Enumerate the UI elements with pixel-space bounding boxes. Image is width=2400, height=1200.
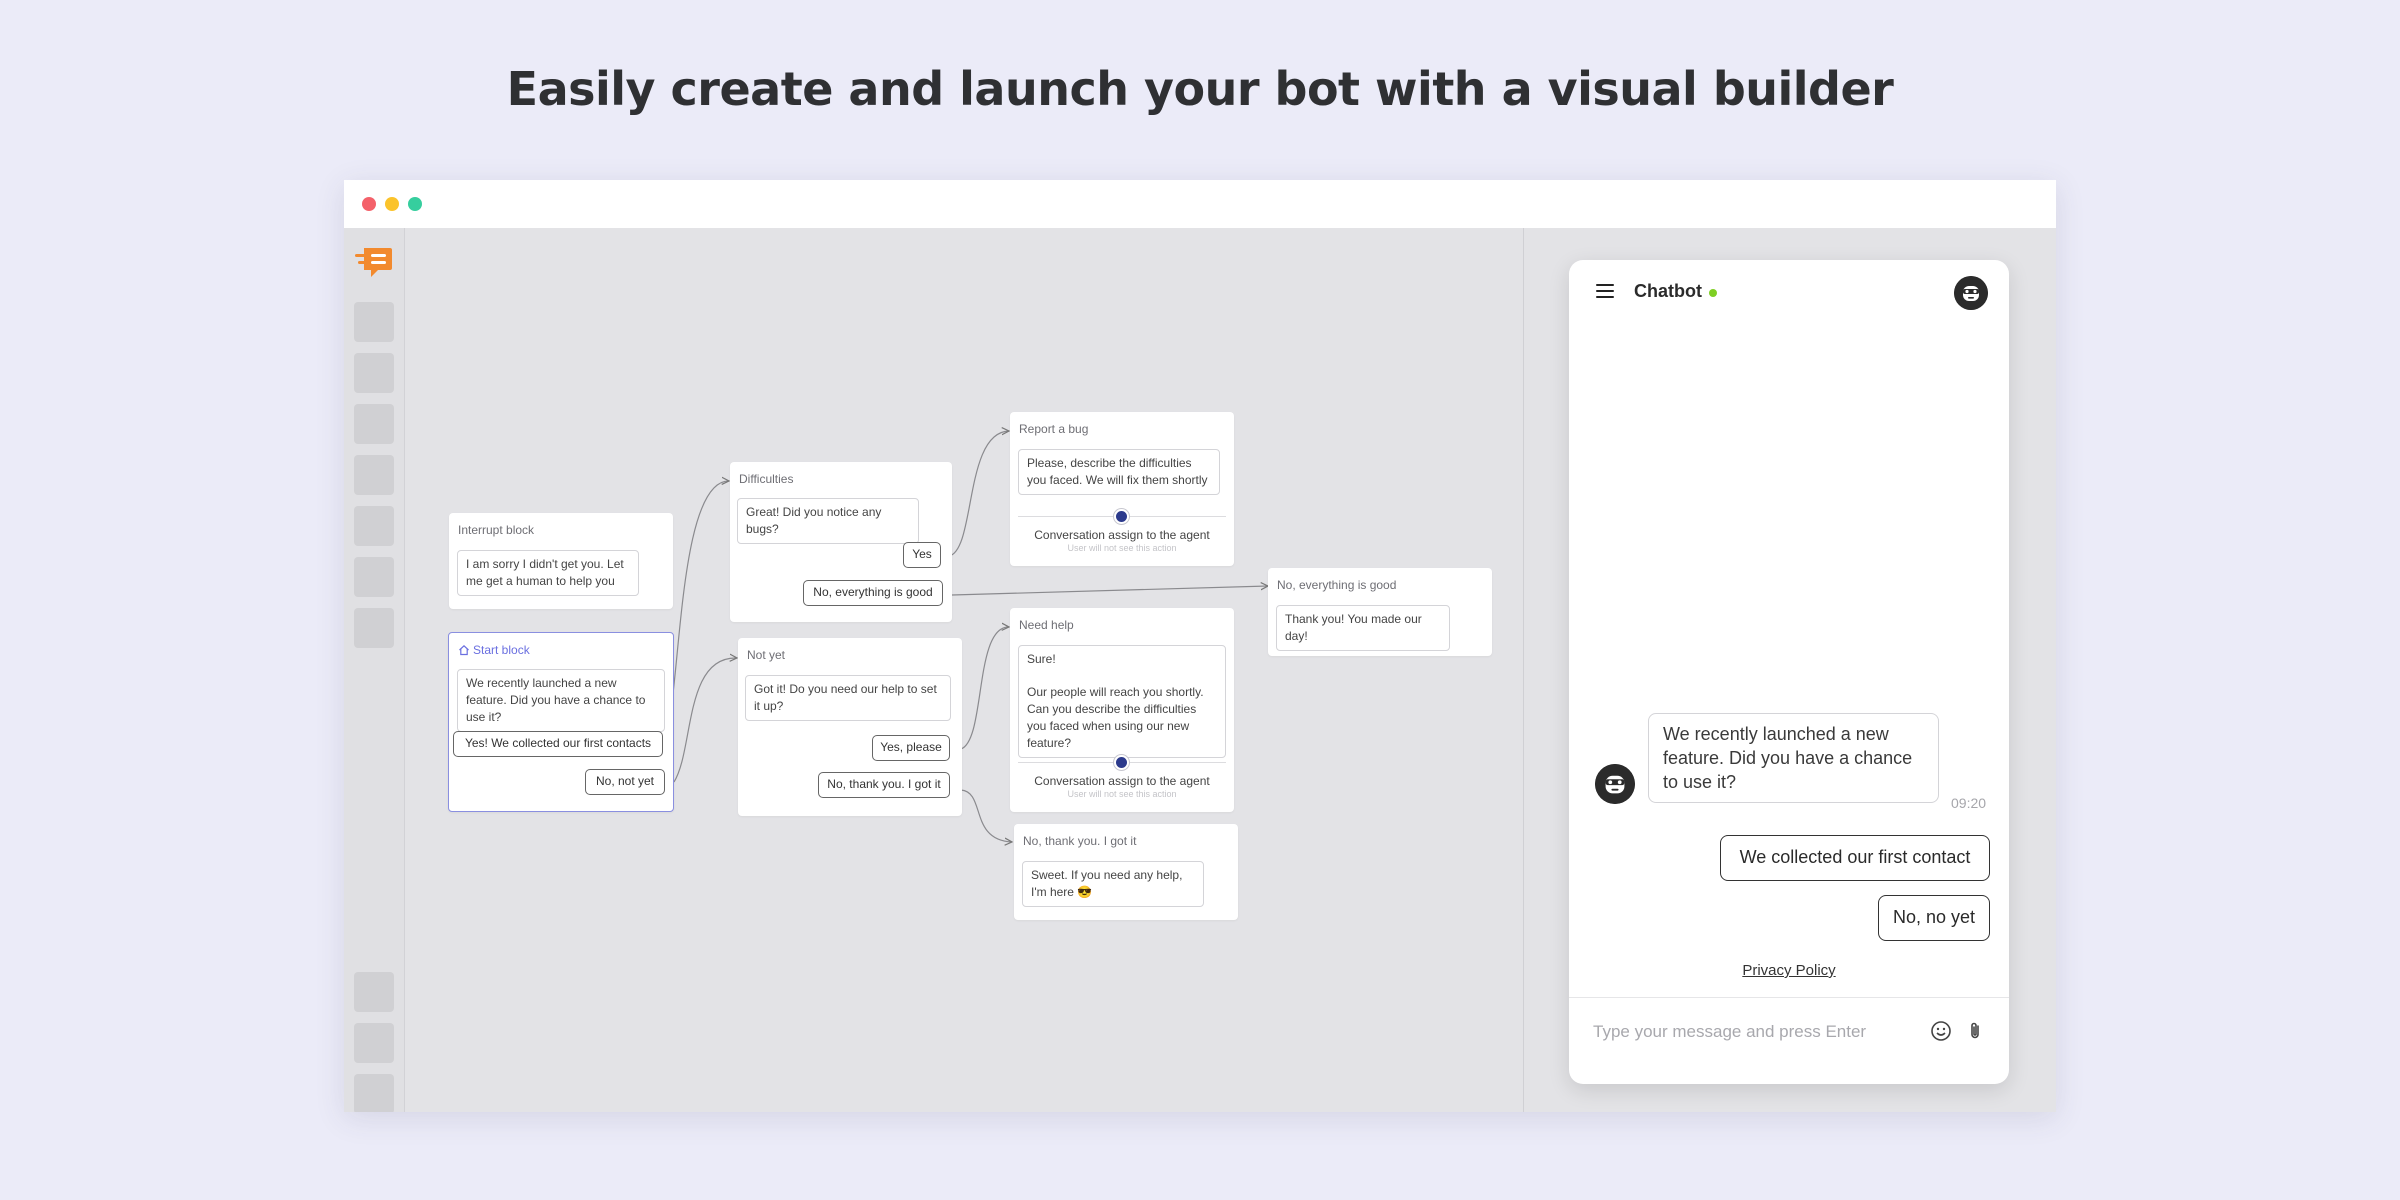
block-message: I am sorry I didn't get you. Let me get …	[457, 550, 639, 596]
chat-bubble-logo-icon[interactable]	[354, 244, 394, 280]
app-window: Interrupt block I am sorry I didn't get …	[344, 180, 2056, 1112]
sidebar-item[interactable]	[354, 608, 394, 648]
message-input[interactable]	[1591, 1014, 1925, 1050]
block-message: We recently launched a new feature. Did …	[457, 669, 665, 732]
minimize-window-dot[interactable]	[385, 197, 399, 211]
sidebar-item[interactable]	[354, 972, 394, 1012]
flow-button[interactable]: Yes! We collected our first contacts	[453, 731, 663, 757]
window-titlebar	[344, 180, 2056, 228]
block-message: Great! Did you notice any bugs?	[737, 498, 919, 544]
block-title: Need help	[1019, 618, 1074, 632]
message-timestamp: 09:20	[1951, 795, 1987, 811]
page-headline: Easily create and launch your bot with a…	[506, 62, 1894, 116]
assign-action-note: User will not see this action	[1067, 789, 1177, 799]
block-message: Please, describe the difficulties you fa…	[1018, 449, 1220, 495]
menu-icon[interactable]	[1596, 284, 1614, 298]
sidebar-item[interactable]	[354, 404, 394, 444]
block-message: Thank you! You made our day!	[1276, 605, 1450, 651]
bot-message-bubble: We recently launched a new feature. Did …	[1648, 713, 1939, 803]
got-it-block[interactable]: No, thank you. I got it Sweet. If you ne…	[1014, 824, 1238, 920]
block-title-label: Start block	[473, 643, 530, 657]
panel-divider	[1523, 228, 1524, 1112]
bot-avatar-icon	[1595, 764, 1635, 804]
start-block[interactable]: Start block We recently launched a new f…	[448, 632, 674, 812]
sidebar	[344, 228, 405, 1112]
everything-good-block[interactable]: No, everything is good Thank you! You ma…	[1268, 568, 1492, 656]
block-title: Start block	[458, 643, 530, 657]
maximize-window-dot[interactable]	[408, 197, 422, 211]
block-title: Not yet	[747, 648, 786, 662]
not-yet-block[interactable]: Not yet Got it! Do you need our help to …	[738, 638, 962, 816]
attachment-icon[interactable]	[1963, 1019, 1987, 1043]
difficulties-block[interactable]: Difficulties Great! Did you notice any b…	[730, 462, 952, 622]
input-divider	[1569, 997, 2009, 998]
agent-avatar-icon	[1114, 755, 1129, 770]
agent-avatar-icon	[1114, 509, 1129, 524]
bot-avatar-icon[interactable]	[1954, 276, 1988, 310]
block-message: Sweet. If you need any help, I'm here 😎	[1022, 861, 1204, 907]
message-line: Our people will reach you shortly. Can y…	[1027, 685, 1204, 750]
close-window-dot[interactable]	[362, 197, 376, 211]
block-title: Interrupt block	[458, 523, 535, 537]
sidebar-item[interactable]	[354, 1023, 394, 1063]
flow-button[interactable]: No, everything is good	[803, 580, 943, 606]
interrupt-block[interactable]: Interrupt block I am sorry I didn't get …	[449, 513, 673, 609]
block-title: No, everything is good	[1277, 578, 1397, 592]
assign-action-label: Conversation assign to the agent	[1034, 774, 1210, 788]
block-message: Got it! Do you need our help to set it u…	[745, 675, 951, 721]
block-title: No, thank you. I got it	[1023, 834, 1137, 848]
report-bug-block[interactable]: Report a bug Please, describe the diffic…	[1010, 412, 1234, 566]
chat-header: Chatbot	[1569, 260, 2009, 324]
block-title: Difficulties	[739, 472, 794, 486]
message-line: Sure!	[1027, 652, 1056, 666]
assign-action-note: User will not see this action	[1067, 543, 1177, 553]
privacy-policy-link[interactable]: Privacy Policy	[1569, 962, 2009, 979]
block-title: Report a bug	[1019, 422, 1089, 436]
sidebar-item[interactable]	[354, 353, 394, 393]
chat-title: Chatbot	[1634, 281, 1702, 301]
quick-reply-button[interactable]: No, no yet	[1878, 895, 1990, 941]
flow-button[interactable]: No, thank you. I got it	[818, 772, 950, 798]
home-icon	[459, 644, 469, 656]
flow-button[interactable]: Yes	[903, 542, 941, 568]
sidebar-item[interactable]	[354, 557, 394, 597]
quick-reply-button[interactable]: We collected our first contact	[1720, 835, 1990, 881]
sidebar-item[interactable]	[354, 455, 394, 495]
flow-button[interactable]: Yes, please	[872, 735, 950, 761]
emoji-icon[interactable]	[1929, 1019, 1953, 1043]
sidebar-item[interactable]	[354, 1074, 394, 1112]
online-status-icon	[1709, 289, 1717, 297]
sidebar-item[interactable]	[354, 506, 394, 546]
flow-button[interactable]: No, not yet	[585, 769, 665, 795]
assign-action-label: Conversation assign to the agent	[1034, 528, 1210, 542]
chat-widget: Chatbot We recently launched a new featu…	[1569, 260, 2009, 1084]
need-help-block[interactable]: Need help Sure! Our people will reach yo…	[1010, 608, 1234, 812]
block-message: Sure! Our people will reach you shortly.…	[1018, 645, 1226, 758]
sidebar-item[interactable]	[354, 302, 394, 342]
